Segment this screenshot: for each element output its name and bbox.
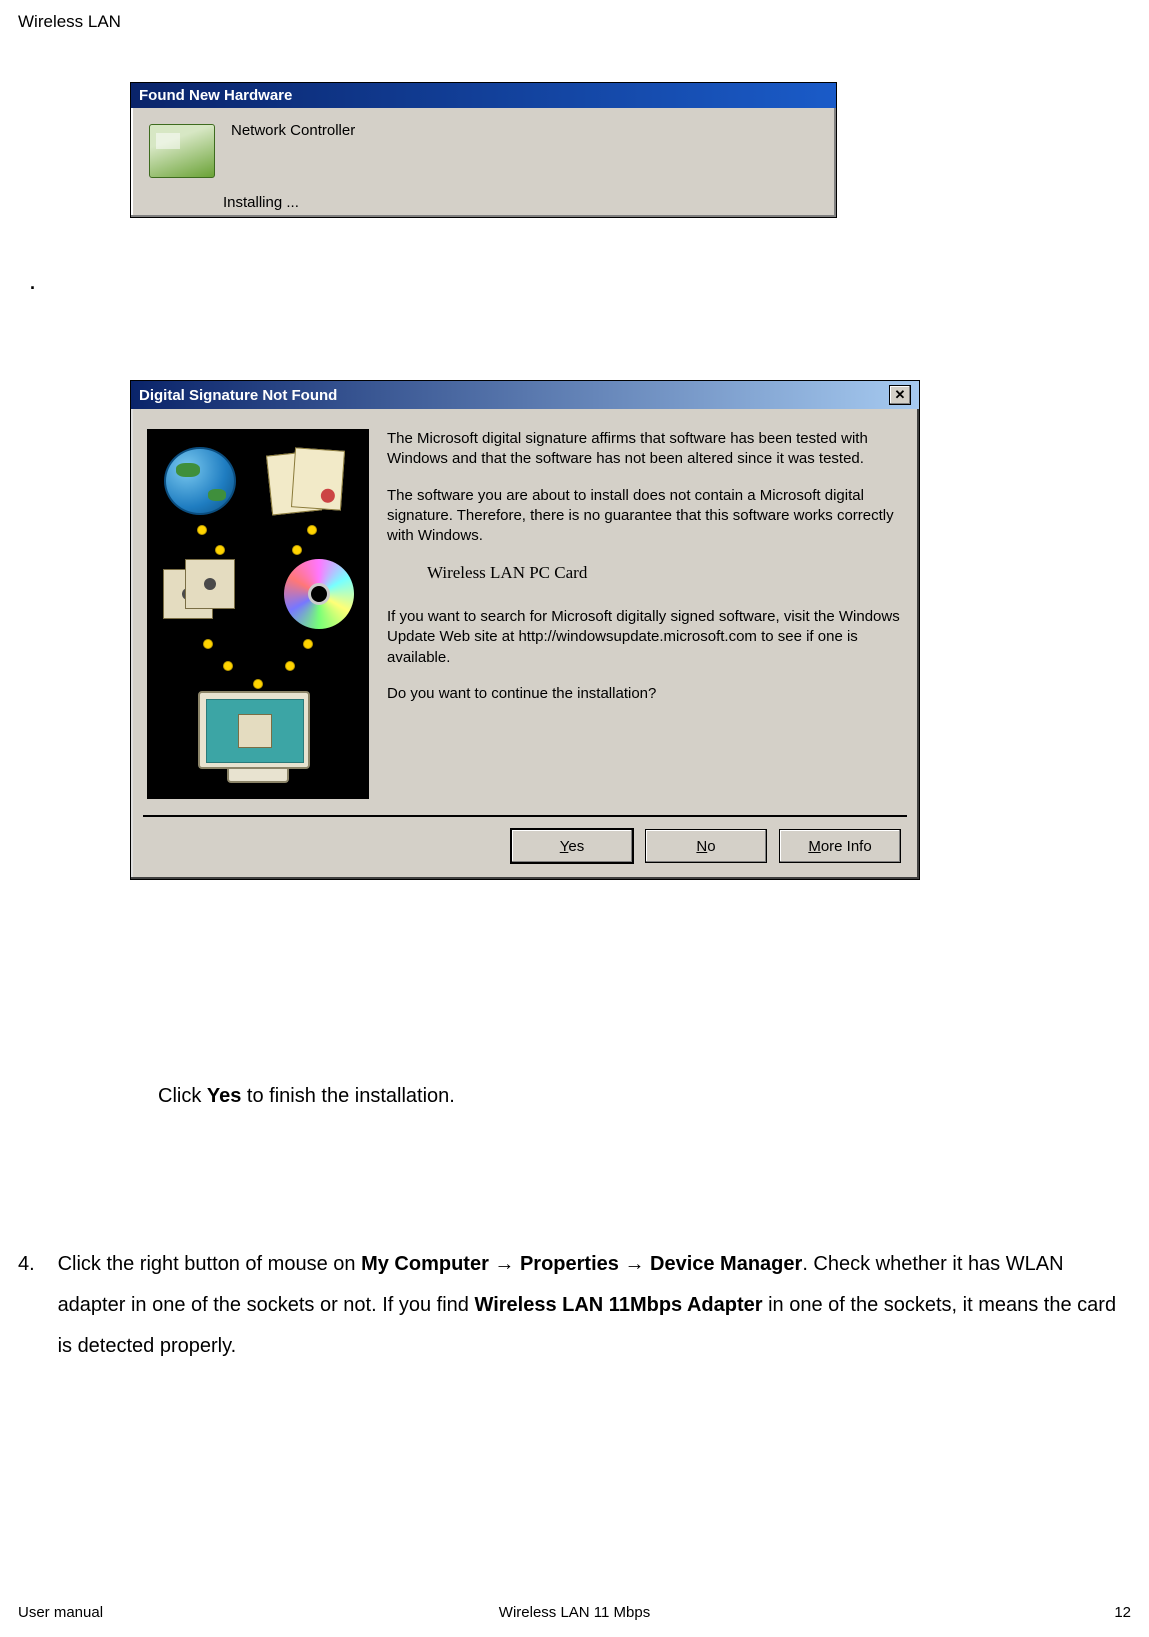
step-number: 4. (18, 1244, 52, 1285)
separator (143, 815, 907, 817)
page-header: Wireless LAN (18, 12, 121, 32)
footer-left: User manual (18, 1604, 103, 1621)
step-4: 4. Click the right button of mouse on My… (18, 1244, 1121, 1368)
page-footer: User manual Wireless LAN 11 Mbps 12 (18, 1604, 1131, 1621)
signature-graphic (147, 429, 369, 799)
signature-paragraph-2: The software you are about to install do… (387, 486, 903, 547)
dialog-title-text: Digital Signature Not Found (139, 387, 337, 404)
bullet-dot: . (30, 273, 35, 294)
device-name: Wireless LAN PC Card (387, 562, 903, 585)
hardware-icon (149, 124, 215, 178)
hardware-name: Network Controller (231, 120, 355, 178)
floppy-icon (163, 559, 253, 629)
cd-icon (284, 559, 354, 629)
footer-right: 12 (1114, 1604, 1131, 1621)
no-button[interactable]: No (645, 829, 767, 863)
step-body: Click the right button of mouse on My Co… (58, 1244, 1118, 1368)
dialog-titlebar: Digital Signature Not Found ✕ (131, 381, 919, 409)
monitor-icon (198, 691, 318, 787)
install-status: Installing ... (131, 194, 836, 217)
signature-paragraph-1: The Microsoft digital signature affirms … (387, 429, 903, 470)
close-button[interactable]: ✕ (889, 385, 911, 405)
found-new-hardware-dialog: Found New Hardware Network Controller In… (130, 82, 837, 218)
globe-icon (164, 447, 236, 515)
more-info-button[interactable]: More Info (779, 829, 901, 863)
instruction-click-yes: Click Yes to finish the installation. (158, 1085, 455, 1108)
footer-center: Wireless LAN 11 Mbps (499, 1604, 650, 1621)
signature-paragraph-3: If you want to search for Microsoft digi… (387, 607, 903, 668)
signature-paragraph-4: Do you want to continue the installation… (387, 684, 903, 704)
yes-button[interactable]: Yes (511, 829, 633, 863)
certificates-icon (269, 449, 353, 513)
dialog-titlebar: Found New Hardware (131, 83, 836, 108)
digital-signature-dialog: Digital Signature Not Found ✕ The Micros… (130, 380, 920, 880)
